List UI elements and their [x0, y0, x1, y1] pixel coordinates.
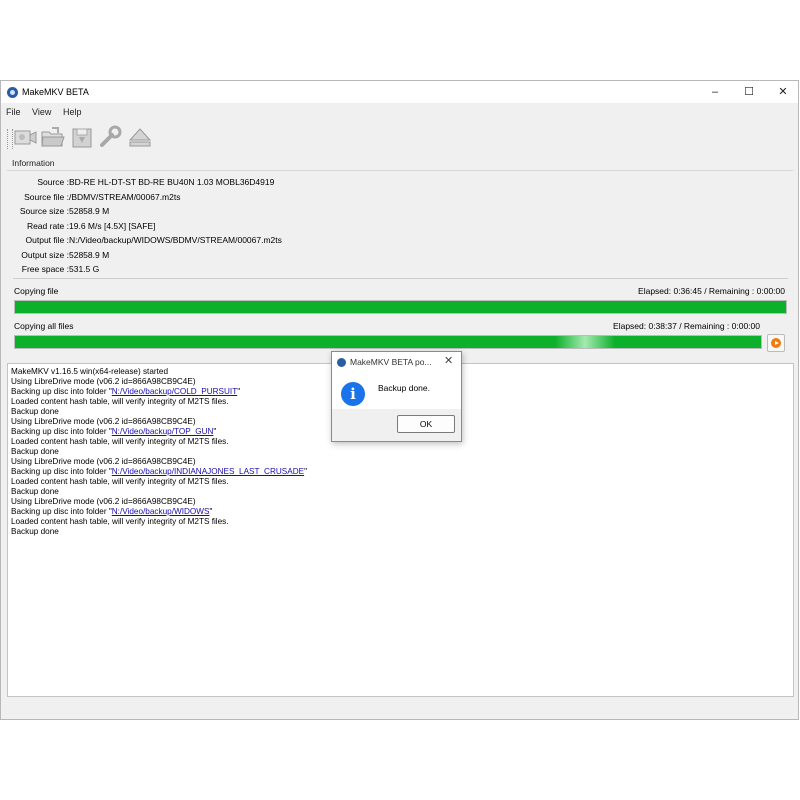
backup-disk-icon	[72, 128, 92, 148]
information-group: Information Source : BD-RE HL-DT-ST BD-R…	[7, 157, 793, 274]
log-line: Loaded content hash table, will verify i…	[11, 517, 229, 526]
log-line: Backing up disc into folder "N:/Video/ba…	[11, 467, 308, 476]
file-progress-bar	[14, 300, 787, 314]
info-row-read-rate: Read rate : 19.6 M/s [4.5X] [SAFE]	[7, 220, 156, 233]
dialog-footer: OK	[332, 409, 461, 441]
info-label: Source size :	[19, 206, 69, 216]
info-row-output-size: Output size : 52858.9 M	[7, 249, 109, 262]
window-title: MakeMKV BETA	[22, 87, 89, 97]
all-progress-bar	[14, 335, 762, 349]
minimize-button[interactable]: –	[698, 81, 732, 103]
progress-shine	[555, 336, 615, 348]
backup-button[interactable]	[69, 125, 95, 149]
close-button[interactable]: ✕	[766, 81, 800, 103]
log-line: Loaded content hash table, will verify i…	[11, 477, 229, 486]
info-label: Output size :	[21, 249, 69, 260]
menu-file[interactable]: File	[6, 107, 21, 117]
info-label: Output file :	[25, 235, 69, 245]
info-label: Read rate :	[26, 220, 69, 231]
info-label: Free space :	[21, 264, 69, 274]
copying-file-status: Elapsed: 0:36:45 / Remaining : 0:00:00	[638, 286, 785, 296]
log-line: Backup done	[11, 527, 59, 536]
open-files-button[interactable]	[40, 125, 66, 149]
stop-button[interactable]	[767, 334, 785, 352]
wrench-icon	[100, 125, 122, 147]
info-value: 531.5 G	[69, 264, 100, 274]
info-value: 52858.9 M	[69, 249, 110, 260]
dialog-title: MakeMKV BETA po...	[350, 357, 432, 367]
ok-button[interactable]: OK	[397, 415, 455, 433]
log-line: Backup done	[11, 487, 59, 496]
log-folder-link[interactable]: N:/Video/backup/COLD_PURSUIT	[112, 387, 237, 396]
maximize-button[interactable]: ☐	[732, 81, 766, 103]
folder-icon	[41, 127, 65, 147]
menu-bar: File View Help	[1, 105, 798, 119]
copying-file-label: Copying file	[14, 286, 59, 296]
info-row-free-space: Free space : 531.5 G	[7, 264, 100, 276]
section-divider	[13, 278, 788, 279]
info-label: Source file :	[24, 191, 69, 202]
information-group-title: Information	[12, 158, 55, 168]
menu-help[interactable]: Help	[63, 107, 82, 117]
info-icon: i	[341, 382, 365, 406]
info-value: BD-RE HL-DT-ST BD-RE BU40N 1.03 MOBL36D4…	[69, 177, 275, 187]
log-line: Using LibreDrive mode (v06.2 id=866A98CB…	[11, 457, 196, 466]
log-line: Backup done	[11, 447, 59, 456]
info-value: /BDMV/STREAM/00067.m2ts	[69, 191, 181, 202]
copying-all-status: Elapsed: 0:38:37 / Remaining : 0:00:00	[613, 321, 760, 331]
eject-icon	[128, 128, 152, 147]
log-folder-link[interactable]: N:/Video/backup/INDIANAJONES_LAST_CRUSAD…	[112, 467, 304, 476]
log-line: Using LibreDrive mode (v06.2 id=866A98CB…	[11, 497, 196, 506]
info-row-source-size: Source size : 52858.9 M	[7, 206, 109, 218]
log-folder-link[interactable]: N:/Video/backup/TOP_GUN	[112, 427, 214, 436]
dialog-message: Backup done.	[378, 383, 430, 393]
toolbar	[1, 121, 798, 151]
info-row-source: Source : BD-RE HL-DT-ST BD-RE BU40N 1.03…	[7, 177, 274, 189]
makemkv-logo-icon	[7, 87, 18, 98]
info-row-source-file: Source file : /BDMV/STREAM/00067.m2ts	[7, 191, 180, 204]
log-folder-link[interactable]: N:/Video/backup/WIDOWS	[112, 507, 210, 516]
menu-view[interactable]: View	[32, 107, 51, 117]
log-line: Backing up disc into folder "N:/Video/ba…	[11, 507, 213, 516]
info-value: 52858.9 M	[69, 206, 110, 216]
preferences-button[interactable]	[97, 125, 123, 149]
group-divider	[7, 170, 793, 171]
copying-all-label: Copying all files	[14, 321, 74, 331]
eject-button[interactable]	[127, 125, 153, 149]
all-progress-fill	[15, 336, 761, 348]
camera-disc-icon	[14, 130, 37, 145]
info-value: 19.6 M/s [4.5X] [SAFE]	[69, 220, 156, 231]
makemkv-logo-icon	[337, 358, 346, 367]
info-label: Source :	[37, 177, 69, 187]
info-value: N:/Video/backup/WIDOWS/BDMV/STREAM/00067…	[69, 235, 282, 245]
info-row-output-file: Output file : N:/Video/backup/WIDOWS/BDM…	[7, 235, 282, 247]
title-bar: MakeMKV BETA – ☐ ✕	[1, 81, 798, 103]
file-progress-fill	[15, 301, 786, 313]
stop-play-icon	[771, 338, 781, 348]
open-disc-button[interactable]	[12, 125, 38, 149]
message-dialog: MakeMKV BETA po... ✕ i Backup done. OK	[331, 351, 462, 442]
dialog-close-button[interactable]: ✕	[444, 354, 453, 367]
